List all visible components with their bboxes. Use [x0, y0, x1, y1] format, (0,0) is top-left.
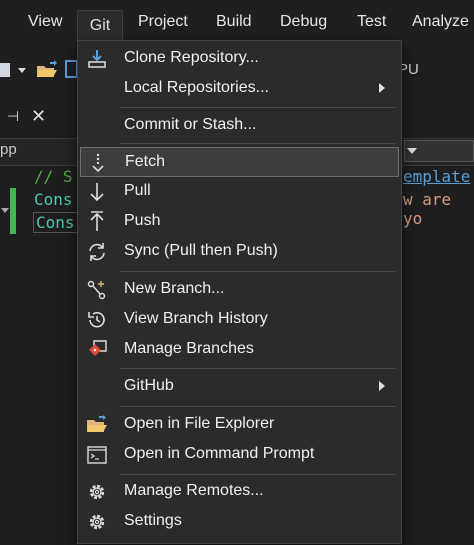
menu-debug[interactable]: Debug [280, 11, 327, 33]
menu-item-fetch[interactable]: Fetch [80, 147, 399, 177]
menu-item-clone-repository[interactable]: Clone Repository... [80, 44, 399, 74]
folder-open-icon [84, 413, 110, 437]
menu-separator [120, 474, 396, 475]
toolbar-dropdown-icon[interactable] [17, 67, 27, 75]
chevron-down-icon [407, 148, 417, 154]
menu-separator [120, 107, 396, 108]
push-arrow-icon [84, 210, 110, 234]
menu-item-label: View Branch History [124, 310, 268, 327]
menu-item-label: Manage Branches [124, 340, 254, 357]
terminal-icon [84, 443, 110, 467]
collapse-arrow-icon[interactable] [0, 206, 10, 216]
menu-test[interactable]: Test [357, 11, 386, 33]
git-menu: Clone Repository... Local Repositories..… [77, 40, 402, 544]
menu-item-local-repositories[interactable]: Local Repositories... [80, 74, 399, 104]
menu-item-push[interactable]: Push [80, 207, 399, 237]
member-dropdown[interactable] [404, 140, 474, 162]
gear-icon [84, 510, 110, 534]
menu-item-label: Fetch [125, 153, 166, 170]
menu-build[interactable]: Build [216, 11, 252, 33]
fetch-icon [85, 151, 111, 175]
pin-icon[interactable]: ⊣ [7, 108, 19, 125]
code-string-fragment: w are yo [403, 190, 452, 228]
menu-item-label: Sync (Pull then Push) [124, 242, 278, 259]
toolbar-new-item-icon[interactable] [0, 60, 14, 82]
menu-item-settings[interactable]: Settings [80, 507, 399, 537]
menu-item-label: Settings [124, 512, 182, 529]
menu-bar: View Git Project Build Debug Test Analyz… [0, 0, 474, 44]
menu-separator [120, 271, 396, 272]
toolbar-save-icon[interactable] [65, 59, 77, 81]
change-indicator [10, 188, 16, 234]
menu-item-pull[interactable]: Pull [80, 177, 399, 207]
gear-icon [84, 480, 110, 504]
menu-item-manage-remotes[interactable]: Manage Remotes... [80, 477, 399, 507]
menu-item-label: Open in Command Prompt [124, 445, 315, 462]
menu-item-label: Push [124, 212, 161, 229]
menu-separator [120, 143, 396, 144]
code-comment: // S [34, 167, 73, 186]
submenu-arrow-icon [379, 83, 385, 93]
menu-separator [120, 368, 396, 369]
menu-item-label: Open in File Explorer [124, 415, 275, 432]
code-link-fragment: emplate [403, 167, 471, 186]
menu-item-commit-or-stash[interactable]: Commit or Stash... [80, 111, 399, 141]
menu-item-open-in-command-prompt[interactable]: Open in Command Prompt [80, 440, 399, 470]
new-branch-icon [84, 278, 110, 302]
submenu-arrow-icon [379, 381, 385, 391]
pull-arrow-icon [84, 180, 110, 204]
menu-separator [120, 406, 396, 407]
clone-download-icon [84, 47, 110, 71]
history-icon [84, 308, 110, 332]
menu-item-new-branch[interactable]: New Branch... [80, 275, 399, 305]
code-line-current: Cons [33, 212, 78, 233]
menu-item-label: Manage Remotes... [124, 482, 264, 499]
project-dropdown-text[interactable]: pp [0, 141, 17, 158]
toolbar-open-folder-icon[interactable] [36, 60, 58, 80]
menu-item-github[interactable]: GitHub [80, 372, 399, 402]
menu-item-sync[interactable]: Sync (Pull then Push) [80, 237, 399, 267]
menu-project[interactable]: Project [138, 11, 188, 33]
menu-view[interactable]: View [28, 11, 62, 33]
menu-item-label: Clone Repository... [124, 49, 259, 66]
menu-item-open-in-file-explorer[interactable]: Open in File Explorer [80, 410, 399, 440]
code-line: Cons [34, 190, 73, 209]
menu-item-label: Commit or Stash... [124, 116, 257, 133]
menu-analyze[interactable]: Analyze [412, 11, 469, 33]
close-icon[interactable]: ✕ [31, 106, 46, 127]
sync-icon [84, 240, 110, 264]
manage-branches-icon [84, 338, 110, 362]
menu-item-label: New Branch... [124, 280, 225, 297]
menu-item-manage-branches[interactable]: Manage Branches [80, 335, 399, 365]
menu-item-label: GitHub [124, 377, 174, 394]
menu-item-view-branch-history[interactable]: View Branch History [80, 305, 399, 335]
menu-git[interactable]: Git [77, 10, 123, 42]
menu-item-label: Local Repositories... [124, 79, 269, 96]
menu-item-label: Pull [124, 182, 151, 199]
